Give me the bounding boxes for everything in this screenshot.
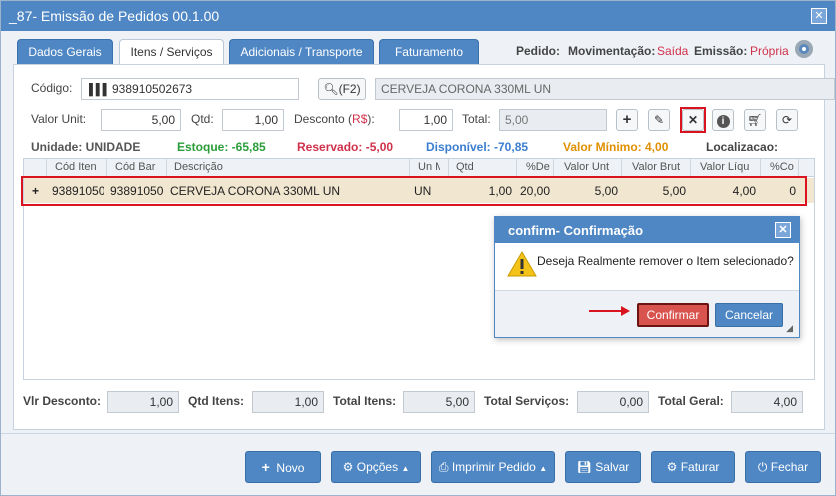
col-desconto[interactable]: %De — [526, 161, 552, 173]
total-geral-label: Total Geral: — [658, 394, 724, 408]
dialog-title: confirm- Confirmação — [508, 223, 644, 238]
novo-button[interactable]: + Novo — [245, 451, 321, 483]
localizacao-text: Localizacao: — [706, 140, 779, 154]
imprimir-pedido-button[interactable]: ⎙ Imprimir Pedido ▲ — [431, 451, 555, 483]
info-icon[interactable]: i — [712, 109, 734, 131]
estoque-text: Estoque: -65,85 — [177, 140, 266, 154]
qtd-itens-value: 1,00 — [252, 391, 324, 413]
remove-item-icon[interactable]: ✕ — [682, 109, 704, 131]
faturar-button[interactable]: ⚙ Faturar — [651, 451, 735, 483]
confirm-dialog: confirm- Confirmação ✕ Deseja Realmente … — [494, 216, 800, 338]
col-valor-unt[interactable]: Valor Unt — [564, 161, 622, 173]
movimentacao-label: Movimentação: — [568, 44, 656, 58]
total-servicos-label: Total Serviços: — [484, 394, 570, 408]
emissao-value: Própria — [750, 44, 789, 58]
search-button[interactable]: 🔍︎(F2) — [318, 78, 366, 100]
selected-row-highlight — [21, 176, 807, 206]
plus-icon: + — [261, 459, 270, 475]
codigo-input[interactable]: ▌▌▌ 938910502673 — [81, 78, 299, 100]
refresh-icon[interactable]: ⟳ — [776, 109, 798, 131]
settings-gear-icon[interactable] — [793, 38, 815, 60]
print-icon: ⎙ — [438, 460, 449, 474]
caret-down-icon: ▲ — [401, 464, 410, 473]
reservado-text: Reservado: -5,00 — [297, 140, 394, 154]
cancelar-button[interactable]: Cancelar — [715, 303, 783, 327]
window-close-icon[interactable]: ✕ — [811, 8, 827, 24]
disponivel-text: Disponível: -70,85 — [426, 140, 529, 154]
caret-down-icon: ▲ — [539, 464, 548, 473]
valor-unit-label: Valor Unit: — [31, 112, 87, 126]
col-valor-liq[interactable]: Valor Líqu — [700, 161, 756, 173]
desconto-label: Desconto (R$): — [294, 112, 375, 126]
col-unidade[interactable]: Un M — [418, 161, 440, 173]
search-icon: 🔍︎ — [323, 82, 339, 96]
tab-adicionais-transporte[interactable]: Adicionais / Transporte — [229, 39, 374, 65]
order-window: _87- Emissão de Pedidos 00.1.00 ✕ Dados … — [0, 0, 836, 496]
arrow-pointer-icon — [589, 306, 630, 316]
qtd-itens-label: Qtd Itens: — [188, 394, 244, 408]
emissao-label: Emissão: — [694, 44, 748, 58]
gear-icon: ⚙ — [666, 460, 678, 474]
vlr-desconto-label: Vlr Desconto: — [23, 394, 102, 408]
fechar-button[interactable]: ⏻ Fechar — [745, 451, 821, 483]
save-icon: 💾︎ — [576, 460, 592, 474]
salvar-button[interactable]: 💾︎ Salvar — [565, 451, 641, 483]
dialog-title-bar: confirm- Confirmação ✕ — [495, 217, 799, 243]
col-comissao[interactable]: %Co — [770, 161, 796, 173]
opcoes-button[interactable]: ⚙ Opções ▲ — [331, 451, 421, 483]
total-itens-value: 5,00 — [403, 391, 475, 413]
dialog-message: Deseja Realmente remover o Item selecion… — [537, 254, 794, 268]
confirmar-button[interactable]: Confirmar — [637, 303, 709, 327]
valor-unit-input[interactable]: 5,00 — [101, 109, 181, 131]
dialog-footer: Confirmar Cancelar ◢ — [495, 290, 799, 337]
total-itens-label: Total Itens: — [333, 394, 397, 408]
warning-icon — [507, 250, 537, 278]
col-cod-item[interactable]: Cód Iten — [55, 161, 105, 173]
col-valor-brut[interactable]: Valor Brut — [632, 161, 688, 173]
add-item-icon[interactable]: + — [616, 109, 638, 131]
footer-divider — [1, 433, 835, 434]
qtd-input[interactable]: 1,00 — [222, 109, 284, 131]
col-cod-bar[interactable]: Cód Bar — [115, 161, 167, 173]
tab-dados-gerais[interactable]: Dados Gerais — [17, 39, 113, 65]
cart-icon[interactable]: 🛒︎ — [744, 109, 766, 131]
edit-item-icon[interactable]: ✎ — [648, 109, 670, 131]
pedido-label: Pedido: — [516, 44, 560, 58]
total-input[interactable]: 5,00 — [499, 109, 607, 131]
descricao-input[interactable]: CERVEJA CORONA 330ML UN — [375, 78, 835, 100]
desconto-input[interactable]: 1,00 — [399, 109, 453, 131]
window-title: _87- Emissão de Pedidos 00.1.00 — [9, 8, 220, 24]
unidade-text: Unidade: UNIDADE — [31, 140, 141, 154]
valor-minimo-text: Valor Mínimo: 4,00 — [563, 140, 669, 154]
codigo-value: 938910502673 — [112, 82, 193, 96]
tab-itens-servicos[interactable]: Itens / Serviços — [119, 39, 224, 66]
title-bar: _87- Emissão de Pedidos 00.1.00 ✕ — [1, 1, 835, 31]
codigo-label: Código: — [31, 81, 73, 95]
qtd-label: Qtd: — [191, 112, 214, 126]
barcode-icon: ▌▌▌ — [89, 84, 110, 96]
dialog-close-icon[interactable]: ✕ — [775, 222, 791, 238]
total-label: Total: — [462, 112, 491, 126]
col-qtd[interactable]: Qtd — [456, 161, 516, 173]
grid-header: Cód Iten Cód Bar Descrição Un M Qtd %De … — [24, 159, 814, 177]
resize-handle-icon[interactable]: ◢ — [786, 323, 793, 334]
tab-faturamento[interactable]: Faturamento — [379, 39, 479, 65]
vlr-desconto-value: 1,00 — [107, 391, 179, 413]
col-descricao[interactable]: Descrição — [174, 161, 404, 173]
power-icon: ⏻ — [757, 460, 768, 474]
gear-icon: ⚙ — [342, 460, 354, 474]
total-geral-value: 4,00 — [731, 391, 803, 413]
movimentacao-value: Saída — [657, 44, 689, 58]
total-servicos-value: 0,00 — [577, 391, 649, 413]
